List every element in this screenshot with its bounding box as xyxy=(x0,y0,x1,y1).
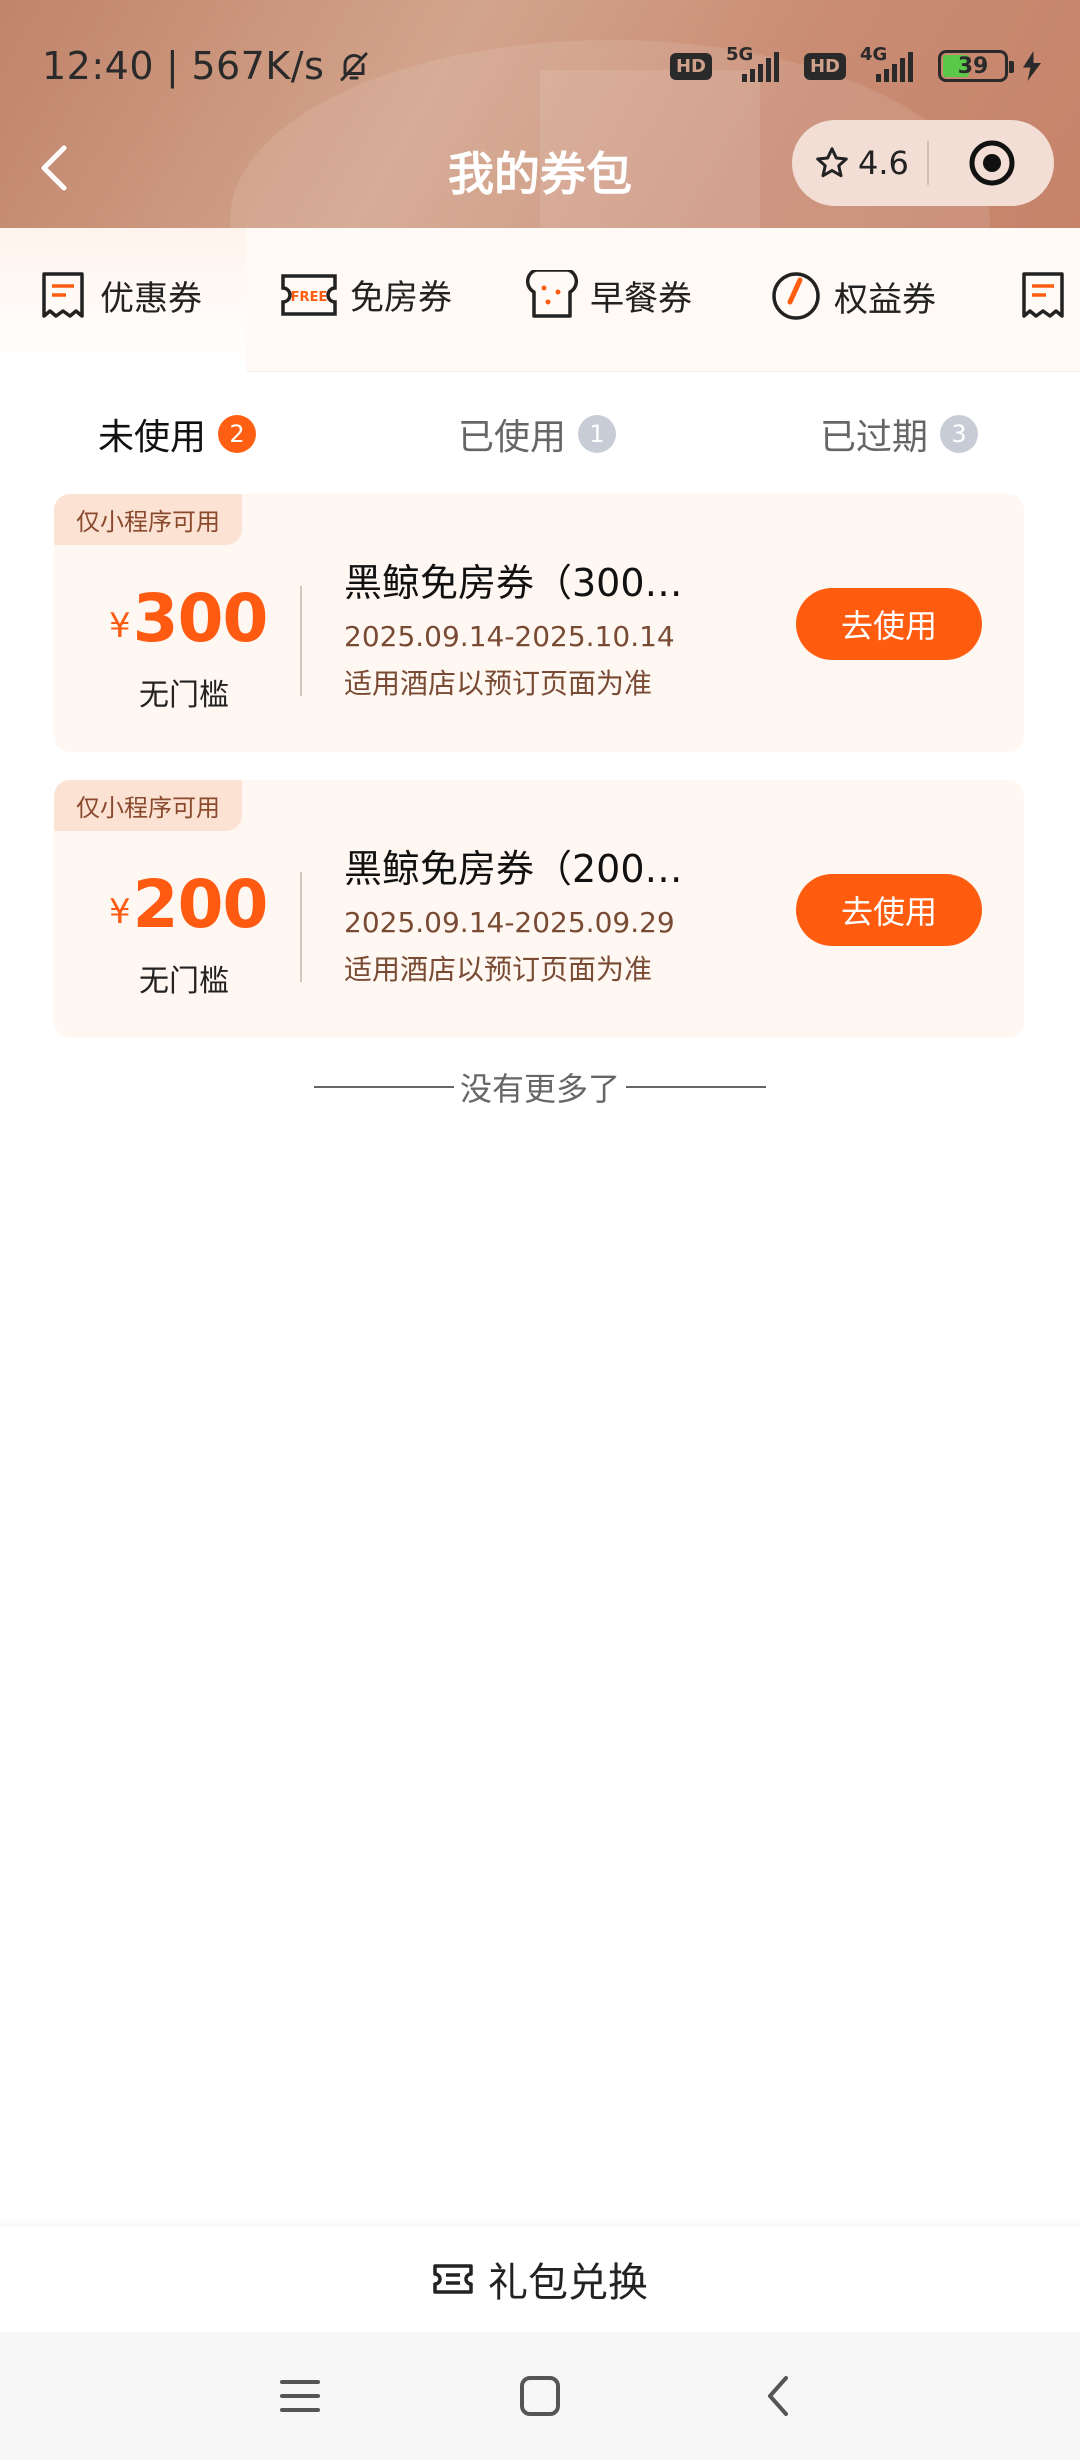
currency-symbol: ¥ xyxy=(109,892,131,932)
coupon-dates: 2025.09.14-2025.10.14 xyxy=(344,620,675,653)
coupon-icon-partial xyxy=(1022,272,1064,318)
status-bar: 12:40 | 567K/s HD 5G HD 4G 39 xyxy=(0,0,1080,140)
status-right: HD 5G HD 4G 39 xyxy=(669,44,1042,82)
coupon-divider xyxy=(300,586,302,696)
category-tabs: 优惠券 FREE 免房券 早餐券 权益券 xyxy=(0,228,1080,372)
home-icon[interactable] xyxy=(514,2370,566,2422)
system-navigation-bar xyxy=(0,2332,1080,2460)
rating-value: 4.6 xyxy=(858,144,909,182)
signal-icon-2: 4G xyxy=(860,44,924,82)
bell-off-icon xyxy=(340,52,368,81)
coupon-card[interactable]: 仅小程序可用 ¥200 无门槛 黑鲸免房券（200元） 2025.09.14-2… xyxy=(54,780,1024,1038)
coupon-dates: 2025.09.14-2025.09.29 xyxy=(344,906,675,939)
gift-redeem-button[interactable]: 礼包兑换 xyxy=(0,2226,1080,2332)
active-tab-pointer xyxy=(106,352,146,372)
back-icon[interactable] xyxy=(754,2370,806,2422)
currency-symbol: ¥ xyxy=(109,606,131,646)
battery-icon: 39 xyxy=(938,50,1014,82)
record-circle-icon xyxy=(969,140,1014,186)
coupon-value: 300 xyxy=(132,580,269,657)
tab-benefit-label: 权益券 xyxy=(834,279,936,320)
coupon-amount: ¥300 xyxy=(109,580,268,657)
tab-expired-count: 3 xyxy=(940,415,979,453)
status-left: 12:40 | 567K/s xyxy=(42,44,372,88)
coupon-tag: 仅小程序可用 xyxy=(54,780,242,831)
coupon-value: 200 xyxy=(132,866,269,943)
status-time: 12:40 xyxy=(42,44,155,88)
nav-bar: 我的券包 4.6 xyxy=(0,120,1080,220)
tab-breakfast-label: 早餐券 xyxy=(590,278,692,319)
status-separator: | xyxy=(166,44,180,88)
mini-program-capsule: 4.6 xyxy=(792,120,1054,206)
ticket-icon xyxy=(433,2264,473,2294)
tab-breakfast[interactable]: 早餐券 xyxy=(526,270,692,320)
tab-unused-count: 2 xyxy=(218,415,257,453)
divider-line xyxy=(313,1086,454,1088)
coupon-amount: ¥200 xyxy=(109,866,268,943)
tab-unused[interactable]: 未使用 2 xyxy=(98,408,257,460)
free-icon-text: FREE xyxy=(291,290,328,305)
tab-used[interactable]: 已使用 1 xyxy=(458,408,617,460)
breakfast-icon xyxy=(526,270,578,318)
coupon-card[interactable]: 仅小程序可用 ¥300 无门槛 黑鲸免房券（300元） 2025.09.14-2… xyxy=(54,494,1024,752)
rating-button[interactable]: 4.6 xyxy=(792,144,927,182)
benefit-icon xyxy=(772,272,820,320)
coupon-note: 适用酒店以预订页面为准 xyxy=(344,667,653,700)
signal-icon: 5G xyxy=(726,44,790,82)
tab-free-room-label: 免房券 xyxy=(350,278,452,318)
tab-coupon-label: 优惠券 xyxy=(100,278,202,319)
divider-line xyxy=(626,1086,766,1088)
charging-icon xyxy=(1023,51,1041,81)
tab-expired-label: 已过期 xyxy=(820,417,929,458)
status-tabs: 未使用 2 已使用 1 已过期 3 xyxy=(0,372,1080,484)
battery-level: 39 xyxy=(957,53,989,79)
coupon-divider xyxy=(300,872,302,982)
coupon-title: 黑鲸免房券（200元） xyxy=(344,847,694,891)
hd-badge-2: HD xyxy=(803,52,846,80)
tab-benefit[interactable]: 权益券 xyxy=(770,270,936,322)
star-icon xyxy=(816,147,848,178)
tab-more[interactable] xyxy=(1018,270,1068,320)
use-coupon-button[interactable]: 去使用 xyxy=(796,588,982,660)
close-mini-program-button[interactable] xyxy=(929,137,1054,189)
menu-icon[interactable] xyxy=(274,2370,326,2422)
gift-redeem-label: 礼包兑换 xyxy=(488,2260,648,2306)
coupon-title: 黑鲸免房券（300元） xyxy=(344,561,694,605)
tab-free-room[interactable]: FREE 免房券 xyxy=(280,270,452,319)
status-speed: 567K/s xyxy=(191,44,325,88)
coupon-icon xyxy=(42,272,84,318)
no-more-text: 没有更多了 xyxy=(459,1070,620,1108)
hd-badge: HD xyxy=(669,52,712,80)
header: 12:40 | 567K/s HD 5G HD 4G 39 我的券包 4.6 xyxy=(0,0,1080,228)
tab-coupon[interactable]: 优惠券 xyxy=(38,270,202,320)
use-coupon-button[interactable]: 去使用 xyxy=(796,874,982,946)
free-room-icon: FREE xyxy=(281,273,337,316)
coupon-note: 适用酒店以预订页面为准 xyxy=(344,953,653,986)
tab-expired[interactable]: 已过期 3 xyxy=(820,408,979,460)
tab-used-label: 已使用 xyxy=(458,417,567,458)
tab-unused-label: 未使用 xyxy=(98,417,207,458)
coupon-condition: 无门槛 xyxy=(139,964,229,999)
coupon-condition: 无门槛 xyxy=(139,678,229,713)
tab-used-count: 1 xyxy=(578,415,617,453)
coupon-tag: 仅小程序可用 xyxy=(54,494,242,545)
list-end-indicator: 没有更多了 xyxy=(0,1064,1080,1110)
